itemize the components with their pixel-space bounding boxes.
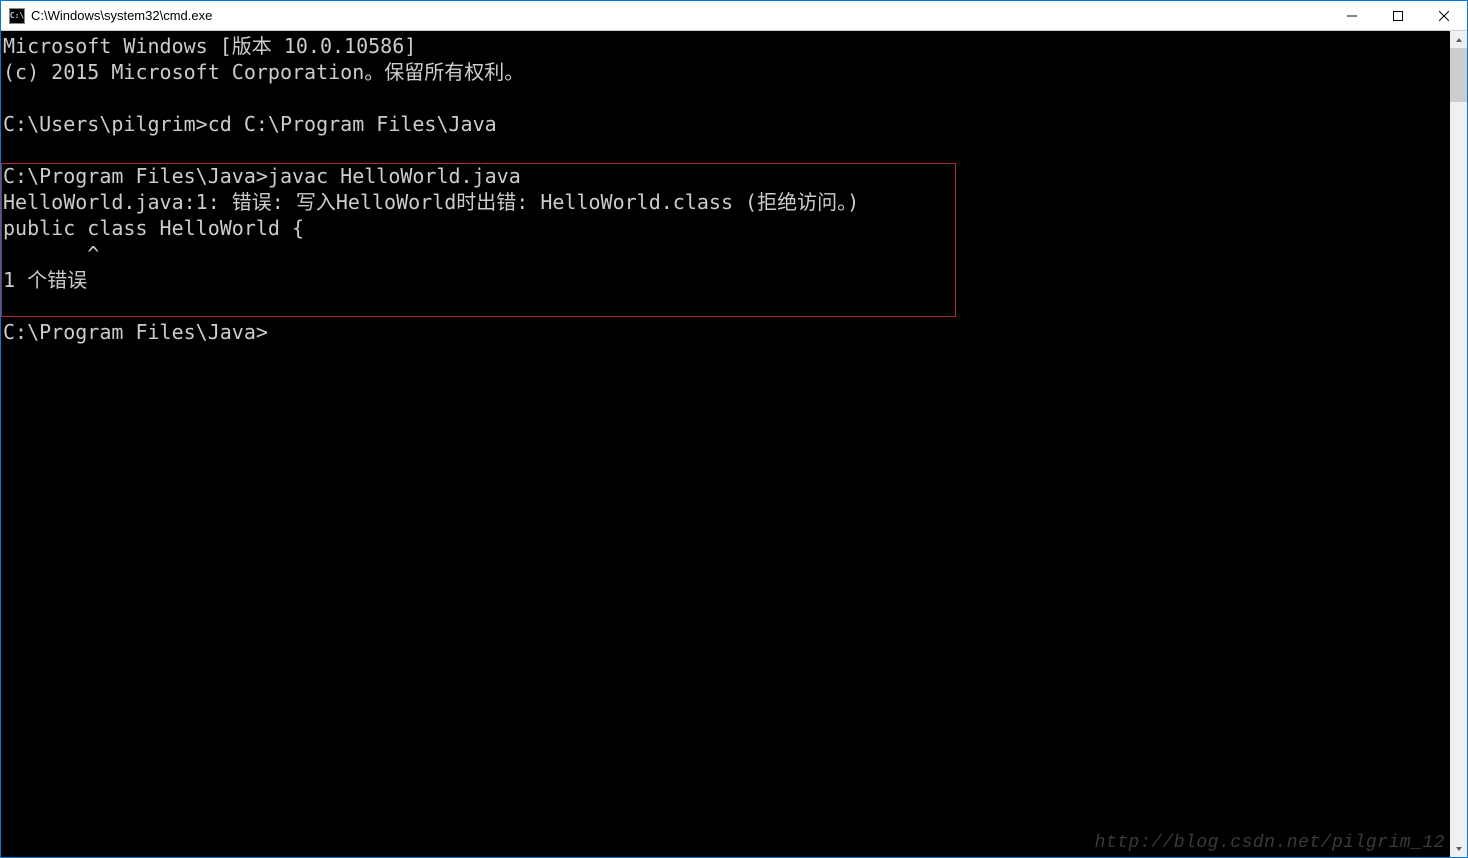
scrollbar-track[interactable] xyxy=(1450,48,1467,840)
vertical-scrollbar[interactable] xyxy=(1450,31,1467,857)
maximize-button[interactable] xyxy=(1375,1,1421,30)
output-line: public class HelloWorld { xyxy=(3,216,304,240)
output-line: (c) 2015 Microsoft Corporation。保留所有权利。 xyxy=(3,60,524,84)
titlebar[interactable]: C:\ C:\Windows\system32\cmd.exe xyxy=(1,1,1467,31)
cmd-icon: C:\ xyxy=(9,8,25,24)
output-line: HelloWorld.java:1: 错误: 写入HelloWorld时出错: … xyxy=(3,190,859,214)
terminal-output[interactable]: Microsoft Windows [版本 10.0.10586] (c) 20… xyxy=(1,31,1450,857)
cmd-window: C:\ C:\Windows\system32\cmd.exe Microsof… xyxy=(0,0,1468,858)
scroll-up-button[interactable] xyxy=(1450,31,1467,48)
output-line: 1 个错误 xyxy=(3,268,87,292)
window-controls xyxy=(1329,1,1467,30)
console-area: Microsoft Windows [版本 10.0.10586] (c) 20… xyxy=(1,31,1467,857)
window-title: C:\Windows\system32\cmd.exe xyxy=(31,8,1329,23)
output-line: C:\Program Files\Java>javac HelloWorld.j… xyxy=(3,164,521,188)
output-line: ^ xyxy=(3,242,99,266)
scroll-down-button[interactable] xyxy=(1450,840,1467,857)
minimize-button[interactable] xyxy=(1329,1,1375,30)
watermark-text: http://blog.csdn.net/pilgrim_12 xyxy=(1095,833,1445,853)
scrollbar-thumb[interactable] xyxy=(1450,48,1467,102)
output-line: C:\Program Files\Java> xyxy=(3,320,268,344)
output-line: C:\Users\pilgrim>cd C:\Program Files\Jav… xyxy=(3,112,497,136)
close-button[interactable] xyxy=(1421,1,1467,30)
output-line: Microsoft Windows [版本 10.0.10586] xyxy=(3,34,416,58)
